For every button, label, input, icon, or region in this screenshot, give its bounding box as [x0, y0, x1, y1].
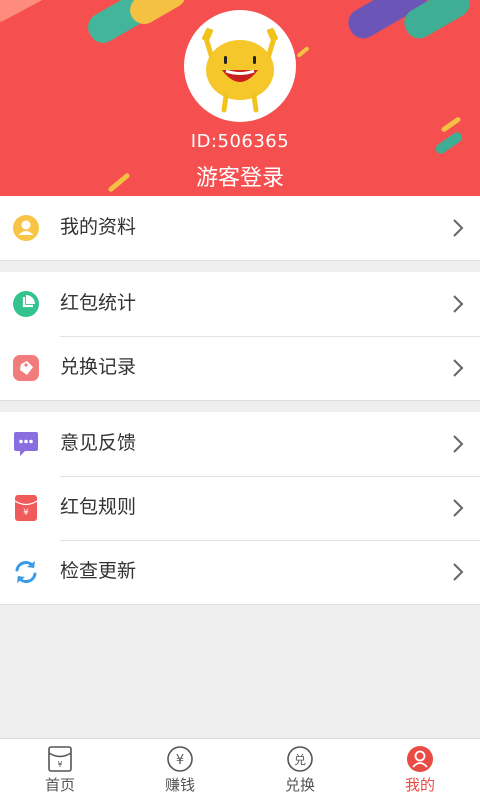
- tab-label: 首页: [44, 776, 75, 794]
- profile-header: ID:506365 游客登录: [0, 0, 480, 196]
- tab-label: 兑换: [284, 776, 315, 794]
- menu-item-redpacket-rules[interactable]: ¥ 红包规则: [0, 476, 480, 540]
- bottom-tab-bar: ¥ 首页 ¥ 赚钱 兑 兑换 我的: [0, 738, 480, 801]
- chevron-right-icon: [453, 563, 464, 581]
- tab-label: 我的: [404, 776, 435, 794]
- tab-earn[interactable]: ¥ 赚钱: [120, 739, 240, 801]
- menu-item-exchange-records[interactable]: 兑换记录: [0, 336, 480, 400]
- menu-item-feedback[interactable]: 意见反馈: [0, 412, 480, 476]
- menu-item-label: 红包统计: [60, 292, 137, 314]
- menu-item-check-update[interactable]: 检查更新: [0, 540, 480, 604]
- yen-coin-icon: ¥: [167, 746, 193, 772]
- pie-chart-icon: [13, 291, 39, 317]
- menu-item-label: 意见反馈: [60, 432, 137, 454]
- menu-item-label: 检查更新: [60, 560, 137, 582]
- tab-label: 赚钱: [164, 776, 195, 794]
- decor-stripe: [296, 45, 310, 59]
- menu-group-profile: 我的资料: [0, 196, 480, 261]
- tab-icon-glyph: ¥: [57, 760, 62, 769]
- chevron-right-icon: [453, 435, 464, 453]
- chevron-right-icon: [453, 499, 464, 517]
- menu-group-redpacket: 红包统计 兑换记录: [0, 272, 480, 401]
- tab-icon-glyph: 兑: [294, 753, 306, 767]
- decor-stripe: [0, 0, 62, 28]
- refresh-icon: [15, 561, 37, 583]
- guest-login-link[interactable]: 游客登录: [0, 160, 480, 192]
- avatar[interactable]: [184, 10, 296, 122]
- chevron-right-icon: [453, 359, 464, 377]
- chevron-right-icon: [453, 295, 464, 313]
- svg-text:¥: ¥: [23, 508, 29, 518]
- mascot-icon: [202, 28, 278, 113]
- chat-bubble-icon: [14, 432, 38, 456]
- menu-item-label: 我的资料: [60, 216, 137, 238]
- tab-mine[interactable]: 我的: [360, 739, 480, 801]
- tab-icon-glyph: ¥: [176, 753, 184, 768]
- envelope-icon: ¥: [48, 746, 72, 772]
- chevron-right-icon: [453, 219, 464, 237]
- tab-home[interactable]: ¥ 首页: [0, 739, 120, 801]
- user-icon: [13, 215, 39, 241]
- menu-item-label: 兑换记录: [60, 356, 137, 378]
- menu-item-my-profile[interactable]: 我的资料: [0, 196, 480, 260]
- tab-exchange[interactable]: 兑 兑换: [240, 739, 360, 801]
- profile-icon: [407, 746, 433, 772]
- menu-item-redpacket-stats[interactable]: 红包统计: [0, 272, 480, 336]
- user-id: ID:506365: [190, 131, 290, 152]
- red-envelope-icon: ¥: [14, 495, 38, 521]
- tag-icon: [13, 355, 39, 381]
- menu-group-support: 意见反馈 ¥ 红包规则 检查更新: [0, 412, 480, 605]
- menu-item-label: 红包规则: [60, 496, 137, 518]
- exchange-coin-icon: 兑: [287, 746, 313, 772]
